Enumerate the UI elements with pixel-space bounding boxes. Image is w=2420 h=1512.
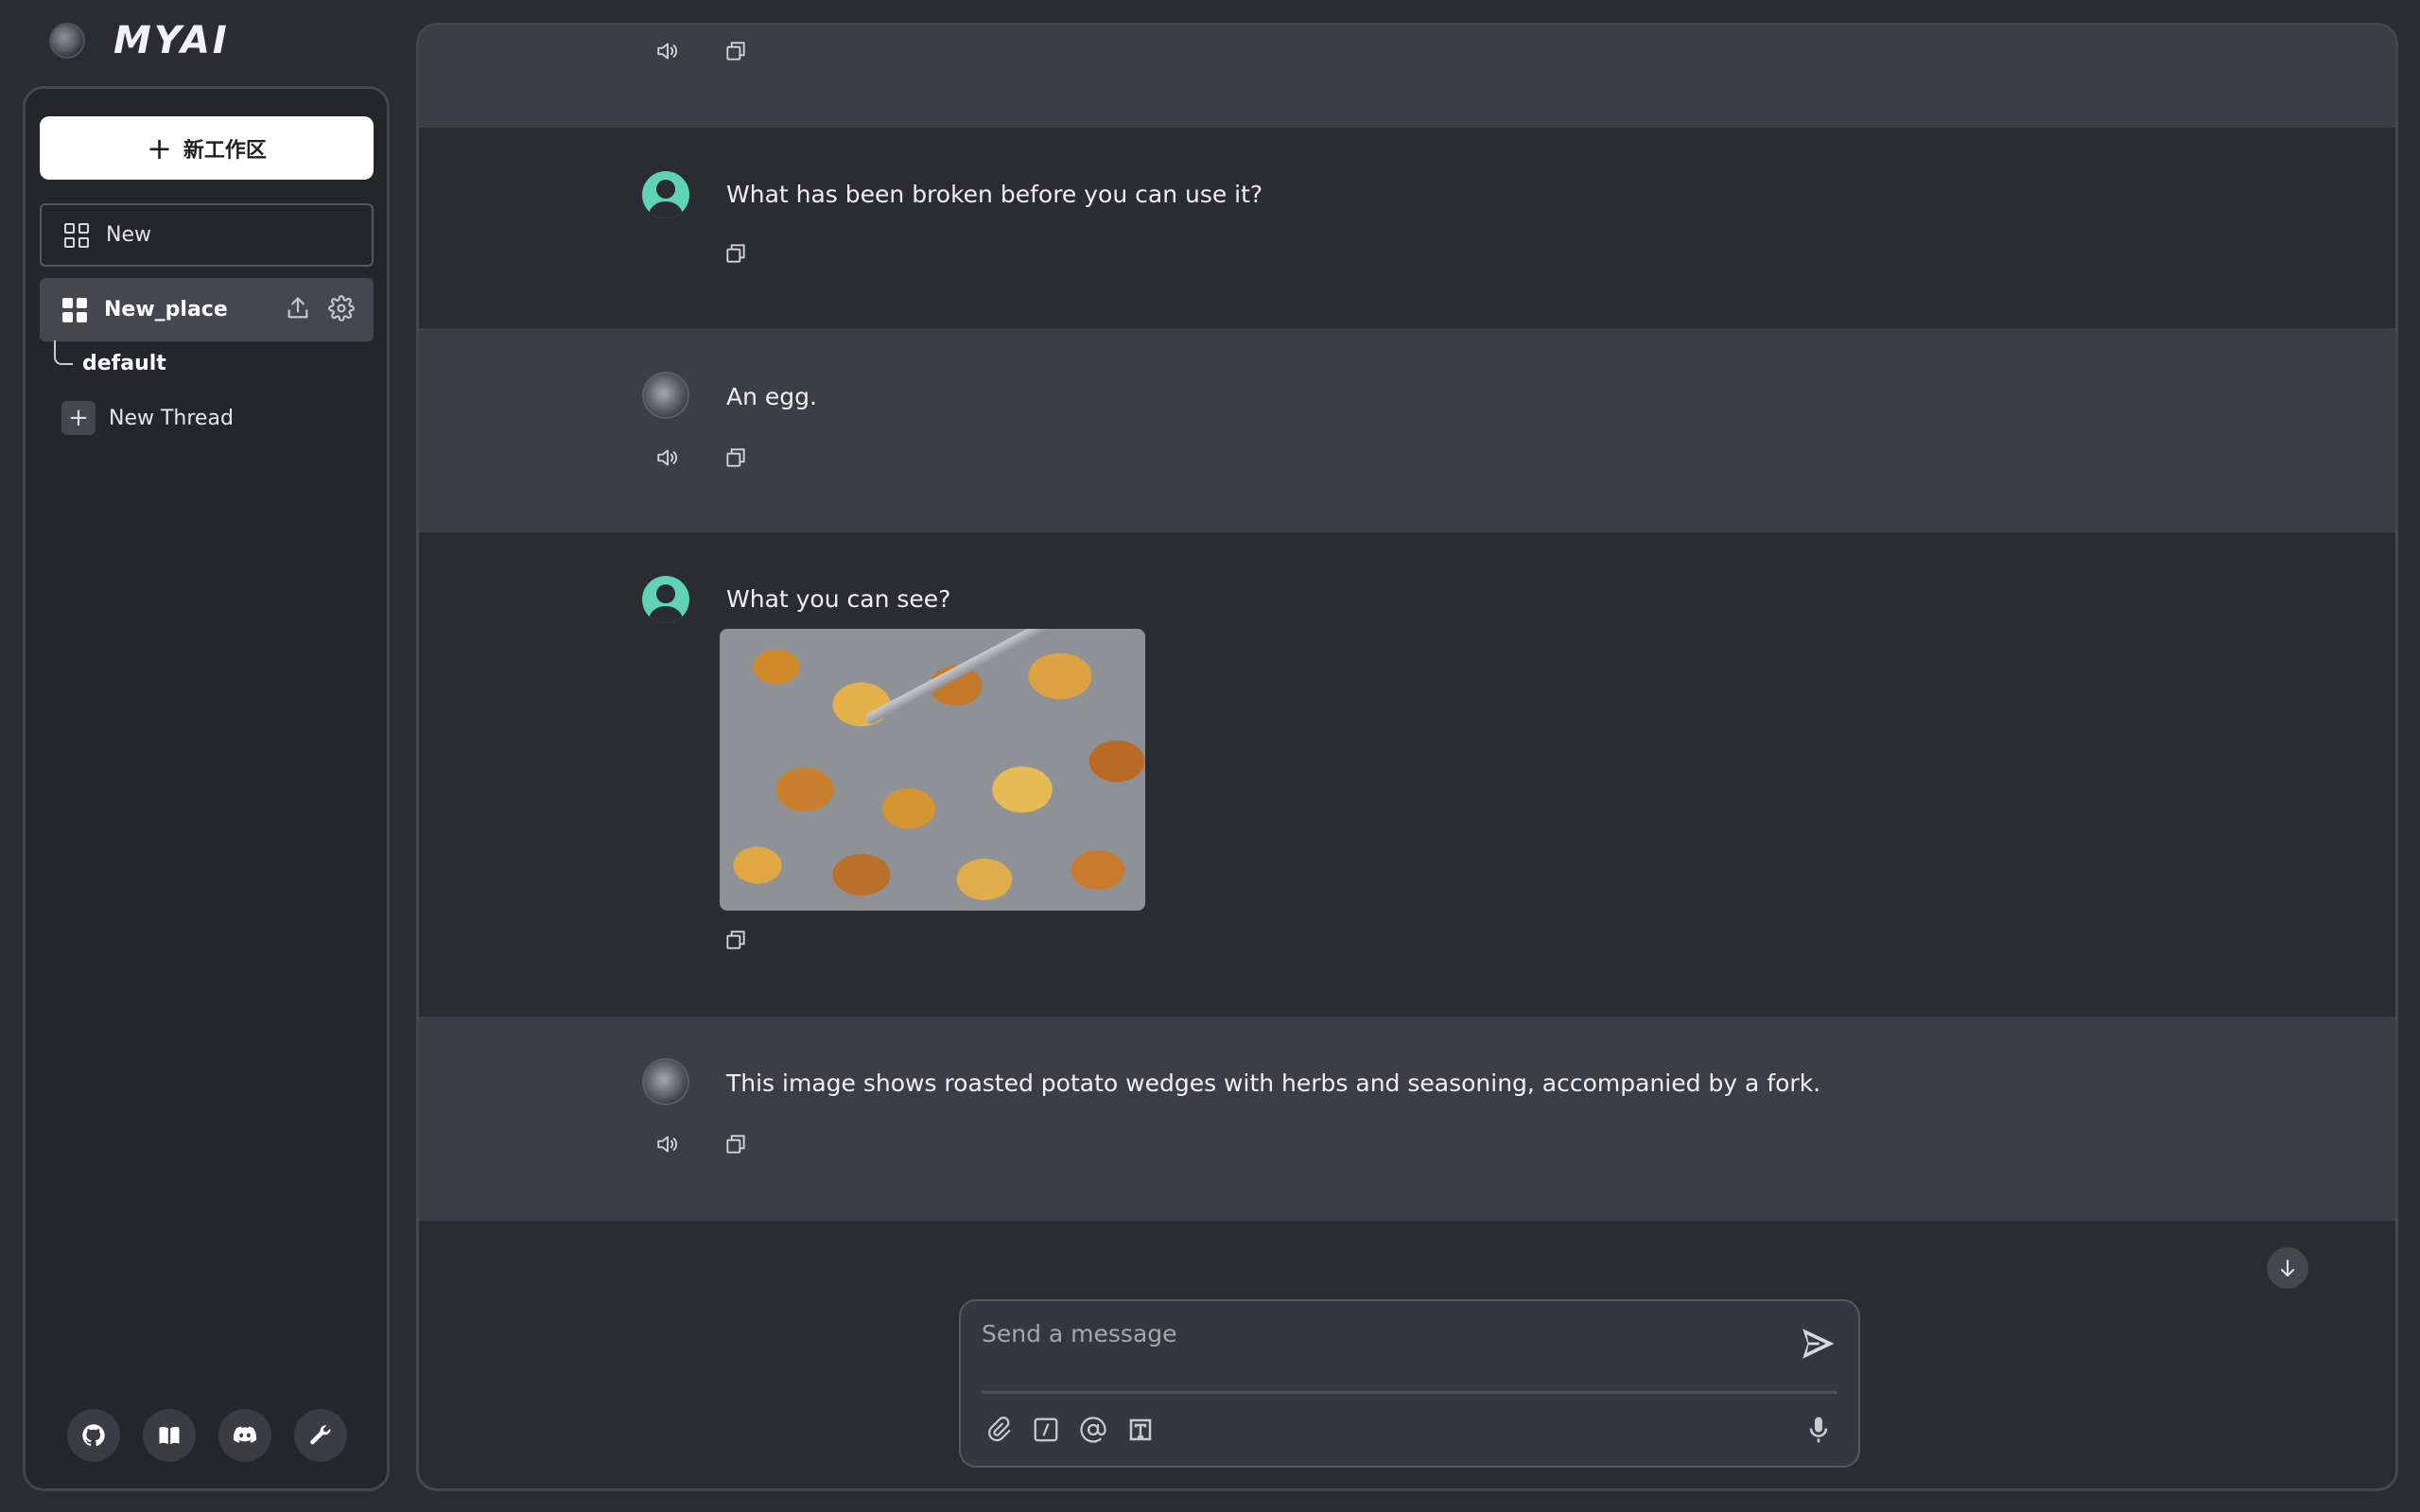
message-row-assistant: This image shows roasted potato wedges w… (419, 1017, 2395, 1221)
speaker-icon[interactable] (655, 39, 680, 67)
copy-icon[interactable] (723, 445, 748, 474)
assistant-avatar (642, 1058, 689, 1105)
workspace-label: New (106, 223, 151, 247)
microphone-icon[interactable] (1803, 1415, 1834, 1445)
message-text: This image shows roasted potato wedges w… (726, 1069, 1821, 1097)
speaker-icon[interactable] (655, 445, 680, 474)
message-row-partial (419, 26, 2395, 128)
assistant-avatar (642, 372, 689, 419)
new-workspace-label: 新工作区 (183, 138, 267, 163)
message-composer (959, 1299, 1860, 1468)
wrench-icon[interactable] (294, 1409, 347, 1462)
speaker-icon[interactable] (655, 1132, 680, 1160)
copy-icon[interactable] (723, 241, 748, 269)
message-row-user: What has been broken before you can use … (419, 128, 2395, 328)
app-logo-icon (49, 23, 85, 59)
copy-icon[interactable] (723, 928, 748, 956)
message-input[interactable] (982, 1314, 1757, 1352)
sidebar: + 新工作区 New New_place default + New Threa… (23, 86, 390, 1491)
github-icon[interactable] (67, 1409, 120, 1462)
new-thread-button[interactable]: + New Thread (61, 401, 234, 435)
plus-icon: + (61, 401, 96, 435)
app-name: MYAI (113, 19, 230, 62)
message-text: An egg. (726, 383, 817, 410)
workspace-label: New_place (104, 298, 228, 322)
send-icon[interactable] (1798, 1324, 1837, 1364)
fork-shape (863, 629, 1087, 726)
message-text: What you can see? (726, 585, 951, 613)
arrow-down-icon (2281, 1260, 2294, 1277)
text-format-icon[interactable] (1125, 1415, 1156, 1445)
grid-icon (62, 297, 87, 322)
paperclip-icon[interactable] (984, 1415, 1014, 1445)
brand: MYAI (49, 19, 230, 62)
mention-icon[interactable] (1078, 1415, 1108, 1445)
new-thread-label: New Thread (109, 406, 234, 430)
slash-command-icon[interactable] (1031, 1415, 1061, 1445)
book-icon[interactable] (143, 1409, 196, 1462)
grid-icon (64, 222, 89, 248)
scroll-to-bottom-button[interactable] (2267, 1247, 2308, 1289)
message-row-user: What you can see? (419, 532, 2395, 1017)
copy-icon[interactable] (723, 1132, 748, 1160)
sidebar-footer (67, 1409, 347, 1462)
user-avatar (642, 171, 689, 218)
thread-connector (54, 340, 73, 365)
new-workspace-button[interactable]: + 新工作区 (40, 116, 374, 180)
discord-icon[interactable] (218, 1409, 271, 1462)
composer-divider (982, 1391, 1837, 1394)
message-row-assistant: An egg. (419, 328, 2395, 532)
plus-icon: + (147, 130, 172, 166)
user-avatar (642, 576, 689, 623)
attached-image-roasted-potatoes[interactable] (720, 629, 1145, 911)
message-text: What has been broken before you can use … (726, 181, 1263, 208)
thread-item-default[interactable]: default (82, 352, 166, 375)
upload-icon[interactable] (285, 295, 311, 327)
workspace-item-new[interactable]: New (40, 203, 374, 267)
copy-icon[interactable] (723, 39, 748, 67)
chat-panel: What has been broken before you can use … (416, 23, 2398, 1491)
workspace-item-new-place[interactable]: New_place (40, 278, 374, 341)
gear-icon[interactable] (328, 295, 355, 327)
